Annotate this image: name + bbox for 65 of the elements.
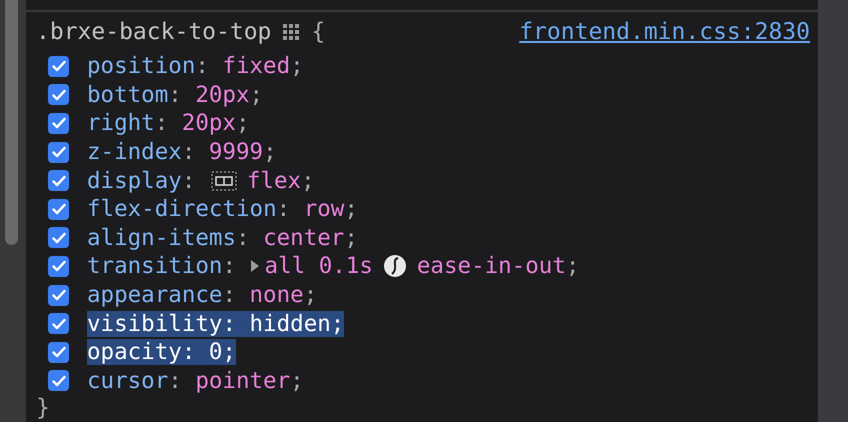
- property-name: cursor: [87, 368, 168, 394]
- colon: :: [182, 139, 196, 166]
- source-link[interactable]: frontend.min.css:2830: [519, 19, 810, 45]
- property-value: pointer: [195, 368, 290, 394]
- semicolon: ;: [344, 224, 358, 251]
- property-name: flex-direction: [87, 196, 277, 222]
- css-declaration[interactable]: flex-direction: row;: [87, 196, 358, 222]
- css-declaration[interactable]: position: fixed;: [87, 53, 304, 80]
- semicolon: ;: [304, 282, 318, 308]
- property-name: position: [87, 53, 196, 80]
- property-value: 0: [208, 339, 222, 366]
- property-value: 9999: [208, 139, 264, 166]
- property-name: z-index: [87, 139, 182, 166]
- property-name: transition: [87, 253, 222, 280]
- opening-brace: {: [311, 20, 326, 44]
- semicolon: ;: [301, 168, 315, 194]
- semicolon: ;: [250, 82, 264, 108]
- closing-brace: }: [36, 396, 50, 420]
- property-value: 20px: [195, 82, 250, 108]
- semicolon: ;: [566, 253, 580, 280]
- colon: :: [182, 168, 196, 194]
- property-name: appearance: [87, 282, 222, 308]
- colon: :: [276, 196, 290, 222]
- property-name: align-items: [87, 224, 236, 251]
- css-declaration[interactable]: z-index: 9999;: [87, 139, 277, 166]
- property-name: right: [87, 110, 155, 136]
- colon: :: [182, 339, 196, 366]
- colon: :: [168, 368, 182, 394]
- property-value: fixed: [222, 53, 290, 80]
- property-name: display: [87, 168, 182, 194]
- css-declaration[interactable]: align-items: center;: [87, 224, 358, 251]
- property-value: flex: [246, 168, 302, 194]
- semicolon: ;: [263, 139, 277, 166]
- semicolon: ;: [290, 368, 304, 394]
- property-value: ease-in-out: [416, 253, 566, 280]
- colon: :: [222, 310, 236, 337]
- property-value: hidden: [250, 310, 331, 337]
- css-selector: .brxe-back-to-top: [36, 19, 272, 45]
- css-declaration[interactable]: display: flex;: [87, 168, 315, 194]
- property-value: all 0.1s: [264, 253, 373, 280]
- colon: :: [154, 110, 168, 136]
- property-value: center: [263, 224, 344, 251]
- colon: :: [195, 53, 209, 80]
- colon: :: [222, 282, 236, 308]
- css-declaration[interactable]: transition: all 0.1s ease-in-out;: [87, 253, 580, 280]
- css-declaration[interactable]: bottom: 20px;: [87, 82, 264, 108]
- css-declaration[interactable]: visibility: hidden;: [87, 310, 344, 337]
- property-value: row: [304, 196, 344, 222]
- property-name: bottom: [87, 82, 168, 108]
- semicolon: ;: [290, 53, 304, 80]
- colon: :: [222, 253, 236, 280]
- css-declaration[interactable]: appearance: none;: [87, 282, 318, 308]
- css-declaration[interactable]: cursor: pointer;: [87, 368, 304, 394]
- property-name: opacity: [87, 339, 182, 366]
- css-declaration[interactable]: opacity: 0;: [87, 339, 236, 366]
- semicolon: ;: [236, 110, 250, 136]
- property-value: 20px: [182, 110, 236, 136]
- semicolon: ;: [330, 310, 344, 337]
- semicolon: ;: [222, 339, 236, 366]
- semicolon: ;: [344, 196, 358, 222]
- colon: :: [168, 82, 182, 108]
- css-declaration[interactable]: right: 20px;: [87, 110, 250, 136]
- property-value: none: [250, 282, 304, 308]
- colon: :: [236, 224, 250, 251]
- property-name: visibility: [87, 310, 222, 337]
